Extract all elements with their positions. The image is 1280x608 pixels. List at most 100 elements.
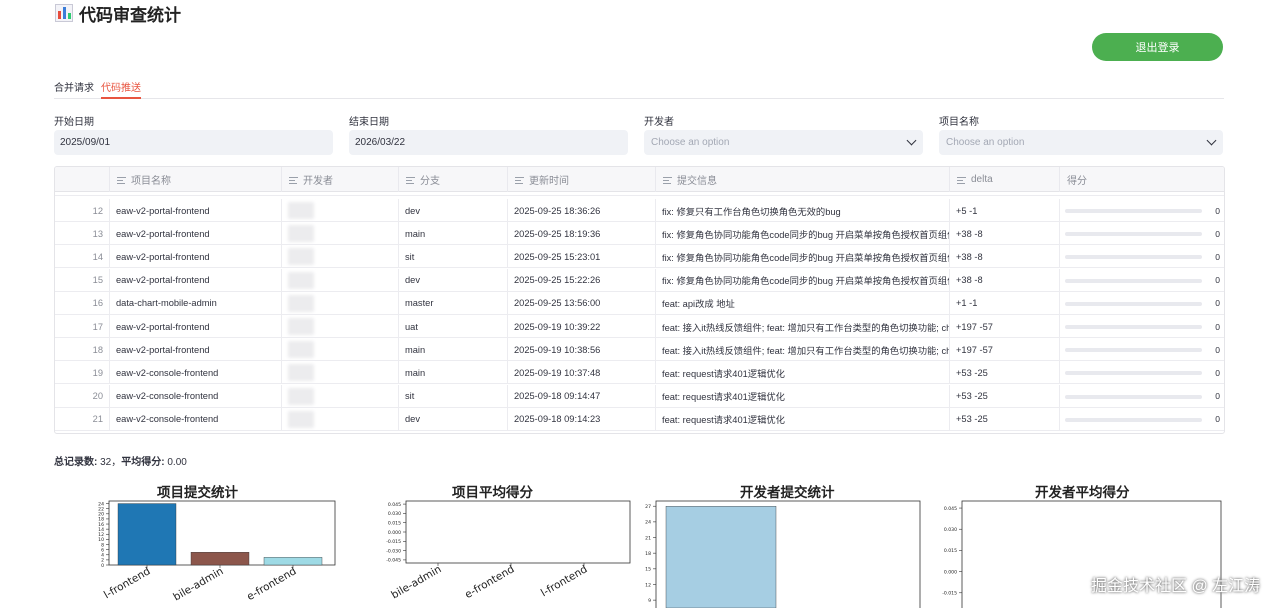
project-cell[interactable]: eaw-v2-portal-frontend [109,245,281,269]
time-cell[interactable]: 2025-09-25 18:19:36 [507,222,655,246]
start-date-input[interactable]: 2025/09/01 [54,130,333,155]
developer-cell[interactable] [281,199,398,222]
project-cell[interactable]: eaw-v2-console-frontend [109,407,281,431]
branch-cell[interactable]: master [398,291,507,315]
table-row[interactable]: 14 eaw-v2-portal-frontend sit 2025-09-25 15… [55,245,1224,269]
message-cell[interactable]: fix: 修复只有工作台角色切换角色无效的bug [655,199,949,222]
score-cell[interactable]: 0 [1059,384,1224,408]
tab-code-push[interactable]: 代码推送 [101,79,141,99]
idx-cell[interactable]: 21 [55,408,109,431]
delta-cell[interactable]: +38 -8 [949,268,1059,292]
score-cell[interactable]: 0 [1059,245,1224,269]
logout-button[interactable]: 退出登录 [1092,33,1223,61]
branch-cell[interactable]: main [398,361,507,385]
message-cell[interactable]: feat: 接入it热线反馈组件; feat: 增加只有工作台类型的角色切换功能… [655,315,949,338]
delta-column-header[interactable]: delta [949,167,1059,192]
message-cell[interactable]: fix: 修复角色协同功能角色code同步的bug 开启菜单按角色授权首页组件 [655,245,949,269]
message-cell[interactable]: feat: 接入it热线反馈组件; feat: 增加只有工作台类型的角色切换功能… [655,338,949,362]
time-cell[interactable]: 2025-09-25 18:36:26 [507,199,655,222]
project-cell[interactable]: eaw-v2-portal-frontend [109,338,281,362]
time-cell[interactable]: 2025-09-18 09:14:47 [507,384,655,408]
branch-column-header[interactable]: 分支 [398,167,507,192]
table-row[interactable]: 17 eaw-v2-portal-frontend uat 2025-09-19 10… [55,315,1224,338]
table-row[interactable]: 16 data-chart-mobile-admin master 2025-09-2… [55,291,1224,315]
time-column-header[interactable]: 更新时间 [507,167,655,192]
developer-cell[interactable] [281,361,398,385]
branch-cell[interactable]: main [398,338,507,362]
branch-cell[interactable]: main [398,222,507,246]
developer-cell[interactable] [281,268,398,292]
table-row[interactable]: 15 eaw-v2-portal-frontend dev 2025-09-25 15… [55,268,1224,292]
table-row[interactable]: 13 eaw-v2-portal-frontend main 2025-09-25 1… [55,222,1224,246]
message-cell[interactable]: feat: api改成 地址 [655,291,949,315]
time-cell[interactable]: 2025-09-18 09:14:23 [507,407,655,431]
score-cell[interactable]: 0 [1059,338,1224,362]
idx-cell[interactable]: 16 [55,292,109,315]
table-row[interactable]: 19 eaw-v2-console-frontend main 2025-09-19 … [55,361,1224,385]
commit-table[interactable]: 项目名称 开发者 分支 更新时间 提交信息 delta 得分 12 eaw-v2-portal… [54,166,1225,434]
delta-cell[interactable]: +5 -1 [949,199,1059,222]
idx-cell[interactable]: 12 [55,199,109,222]
project-cell[interactable]: eaw-v2-portal-frontend [109,268,281,292]
branch-cell[interactable]: dev [398,199,507,222]
developer-cell[interactable] [281,245,398,269]
idx-cell[interactable]: 17 [55,315,109,338]
developer-cell[interactable] [281,384,398,408]
developer-cell[interactable] [281,291,398,315]
developer-cell[interactable] [281,407,398,431]
score-cell[interactable]: 0 [1059,291,1224,315]
idx-cell[interactable]: 14 [55,245,109,268]
branch-cell[interactable]: sit [398,245,507,269]
developer-cell[interactable] [281,315,398,338]
table-row[interactable]: 21 eaw-v2-console-frontend dev 2025-09-18 0… [55,407,1224,431]
delta-cell[interactable]: +197 -57 [949,315,1059,338]
project-cell[interactable]: eaw-v2-portal-frontend [109,315,281,338]
message-cell[interactable]: fix: 修复角色协同功能角色code同步的bug 开启菜单按角色授权首页组件 [655,268,949,292]
branch-cell[interactable]: uat [398,315,507,338]
project-select[interactable]: Choose an option [939,130,1223,155]
delta-cell[interactable]: +38 -8 [949,222,1059,246]
idx-cell[interactable]: 18 [55,338,109,361]
branch-cell[interactable]: sit [398,384,507,408]
message-cell[interactable]: fix: 修复角色协同功能角色code同步的bug 开启菜单按角色授权首页组件 [655,222,949,246]
project-cell[interactable]: eaw-v2-portal-frontend [109,222,281,246]
score-cell[interactable]: 0 [1059,361,1224,385]
time-cell[interactable]: 2025-09-25 15:22:26 [507,268,655,292]
project-cell[interactable]: eaw-v2-portal-frontend [109,199,281,222]
idx-cell[interactable]: 19 [55,361,109,384]
message-cell[interactable]: feat: request请求401逻辑优化 [655,384,949,408]
score-cell[interactable]: 0 [1059,315,1224,338]
delta-cell[interactable]: +38 -8 [949,245,1059,269]
time-cell[interactable]: 2025-09-19 10:37:48 [507,361,655,385]
score-cell[interactable]: 0 [1059,268,1224,292]
branch-cell[interactable]: dev [398,407,507,431]
idx-cell[interactable]: 20 [55,385,109,408]
table-row[interactable]: 18 eaw-v2-portal-frontend main 2025-09-19 1… [55,338,1224,362]
end-date-input[interactable]: 2026/03/22 [349,130,628,155]
table-row[interactable]: 12 eaw-v2-portal-frontend dev 2025-09-25 18… [55,199,1224,222]
time-cell[interactable]: 2025-09-19 10:39:22 [507,315,655,338]
score-column-header[interactable]: 得分 [1059,167,1224,192]
delta-cell[interactable]: +53 -25 [949,361,1059,385]
message-cell[interactable]: feat: request请求401逻辑优化 [655,407,949,431]
delta-cell[interactable]: +53 -25 [949,384,1059,408]
delta-cell[interactable]: +1 -1 [949,291,1059,315]
idx-cell[interactable]: 15 [55,269,109,292]
developer-select[interactable]: Choose an option [644,130,923,155]
message-column-header[interactable]: 提交信息 [655,167,949,192]
idx-cell[interactable]: 13 [55,222,109,245]
table-row[interactable]: 20 eaw-v2-console-frontend sit 2025-09-18 0… [55,384,1224,408]
developer-cell[interactable] [281,338,398,362]
time-cell[interactable]: 2025-09-25 13:56:00 [507,291,655,315]
time-cell[interactable]: 2025-09-25 15:23:01 [507,245,655,269]
project-cell[interactable]: data-chart-mobile-admin [109,291,281,315]
delta-cell[interactable]: +53 -25 [949,407,1059,431]
score-cell[interactable]: 0 [1059,407,1224,431]
branch-cell[interactable]: dev [398,268,507,292]
message-cell[interactable]: feat: request请求401逻辑优化 [655,361,949,385]
project-column-header[interactable]: 项目名称 [109,167,281,192]
delta-cell[interactable]: +197 -57 [949,338,1059,362]
developer-cell[interactable] [281,222,398,246]
tab-merge-requests[interactable]: 合并请求 [54,79,94,99]
score-cell[interactable]: 0 [1059,222,1224,246]
